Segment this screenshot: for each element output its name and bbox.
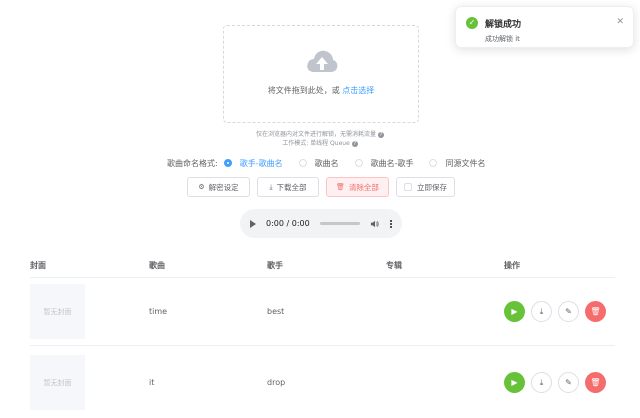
download-button[interactable]: ⤓ (531, 372, 552, 393)
radio-song-artist[interactable]: 歌曲名-歌手 (354, 158, 414, 169)
column-header-artist: 歌手 (267, 261, 283, 270)
edit-button[interactable]: ✎ (558, 372, 579, 393)
naming-format-group: 歌曲命名格式: 歌手-歌曲名 歌曲名 歌曲名-歌手 同源文件名 (167, 156, 485, 170)
edit-icon: ✎ (565, 378, 572, 387)
download-all-label: 下载全部 (276, 182, 307, 192)
play-button[interactable]: ▶ (504, 372, 525, 393)
trash-icon: 🗑 (336, 183, 345, 191)
delete-button[interactable]: 🗑 (585, 301, 606, 322)
cover-placeholder: 暂无封面 (30, 284, 85, 339)
download-icon: ⤓ (269, 182, 273, 191)
radio-dot[interactable] (298, 159, 307, 167)
cover-placeholder: 暂无封面 (30, 355, 85, 410)
hint-work-mode: 工作模式: 单线程 Queue? (0, 138, 640, 147)
play-icon[interactable] (250, 219, 256, 228)
radio-dot[interactable] (354, 159, 363, 167)
notification-message: 成功解锁 it (485, 35, 520, 43)
edit-button[interactable]: ✎ (558, 301, 579, 322)
success-notification: ✓ 解锁成功 成功解锁 it ✕ (455, 6, 634, 48)
download-all-button[interactable]: ⤓ 下载全部 (257, 177, 319, 197)
upload-text: 将文件拖到此处，或 点击选择 (224, 85, 418, 96)
radio-original-filename[interactable]: 同源文件名 (429, 158, 485, 169)
decrypt-settings-button[interactable]: ⚙ 解密设定 (187, 177, 250, 197)
song-cell: it (149, 378, 155, 387)
save-now-label: 立即保存 (417, 182, 447, 192)
success-check-icon: ✓ (466, 17, 478, 29)
naming-format-label: 歌曲命名格式: (167, 158, 218, 168)
audio-time: 0:00 / 0:00 (266, 219, 310, 228)
upload-instruction: 将文件拖到此处，或 (267, 86, 340, 95)
question-icon[interactable]: ? (378, 131, 384, 138)
artist-cell: best (267, 307, 285, 316)
audio-progress-slider[interactable] (319, 222, 361, 225)
play-circle-icon: ▶ (511, 307, 518, 316)
radio-song[interactable]: 歌曲名 (298, 158, 339, 169)
column-header-song: 歌曲 (149, 261, 165, 270)
delete-button[interactable]: 🗑 (585, 372, 606, 393)
radio-dot[interactable] (223, 159, 232, 167)
checkbox[interactable] (404, 183, 412, 191)
artist-cell: drop (267, 378, 286, 387)
hint-local-unlock-text: 仅在浏览器内对文件进行解锁，无需消耗流量 (255, 131, 376, 138)
radio-label: 歌曲名-歌手 (370, 158, 414, 168)
radio-label: 同源文件名 (445, 158, 486, 168)
download-button[interactable]: ⤓ (531, 301, 552, 322)
play-circle-icon: ▶ (511, 378, 518, 387)
question-icon[interactable]: ? (351, 140, 358, 147)
hint-local-unlock: 仅在浏览器内对文件进行解锁，无需消耗流量? (0, 129, 640, 138)
radio-label: 歌曲名 (314, 158, 339, 168)
volume-icon[interactable] (370, 219, 379, 229)
trash-icon: 🗑 (590, 378, 601, 387)
edit-icon: ✎ (565, 307, 572, 316)
audio-player: 0:00 / 0:00 (240, 209, 402, 238)
download-icon: ⤓ (539, 306, 544, 316)
upload-dropzone[interactable]: 将文件拖到此处，或 点击选择 (223, 25, 419, 123)
select-file-link[interactable]: 点击选择 (342, 86, 374, 95)
trash-icon: 🗑 (590, 307, 601, 316)
clear-all-button[interactable]: 🗑 清除全部 (326, 177, 389, 197)
song-cell: time (149, 307, 168, 316)
notification-title: 解锁成功 (485, 20, 522, 30)
column-header-cover: 封面 (30, 261, 46, 270)
radio-artist-song[interactable]: 歌手-歌曲名 (223, 158, 283, 169)
gear-icon: ⚙ (198, 183, 205, 191)
column-header-album: 专辑 (386, 261, 402, 270)
hint-work-mode-text: 工作模式: 单线程 Queue (282, 140, 350, 147)
play-button[interactable]: ▶ (504, 301, 525, 322)
clear-all-label: 清除全部 (348, 182, 379, 192)
decrypt-settings-label: 解密设定 (208, 182, 239, 192)
table-divider (30, 277, 615, 278)
cloud-upload-icon (307, 50, 338, 72)
download-icon: ⤓ (539, 377, 544, 387)
toolbar: ⚙ 解密设定 ⤓ 下载全部 🗑 清除全部 立即保存 (187, 177, 462, 197)
table-divider (30, 345, 615, 346)
close-icon[interactable]: ✕ (616, 17, 624, 27)
column-header-actions: 操作 (504, 261, 520, 270)
radio-dot[interactable] (429, 159, 438, 167)
save-now-toggle[interactable]: 立即保存 (396, 177, 455, 197)
more-options-icon[interactable] (389, 219, 392, 228)
radio-label: 歌手-歌曲名 (239, 158, 283, 168)
